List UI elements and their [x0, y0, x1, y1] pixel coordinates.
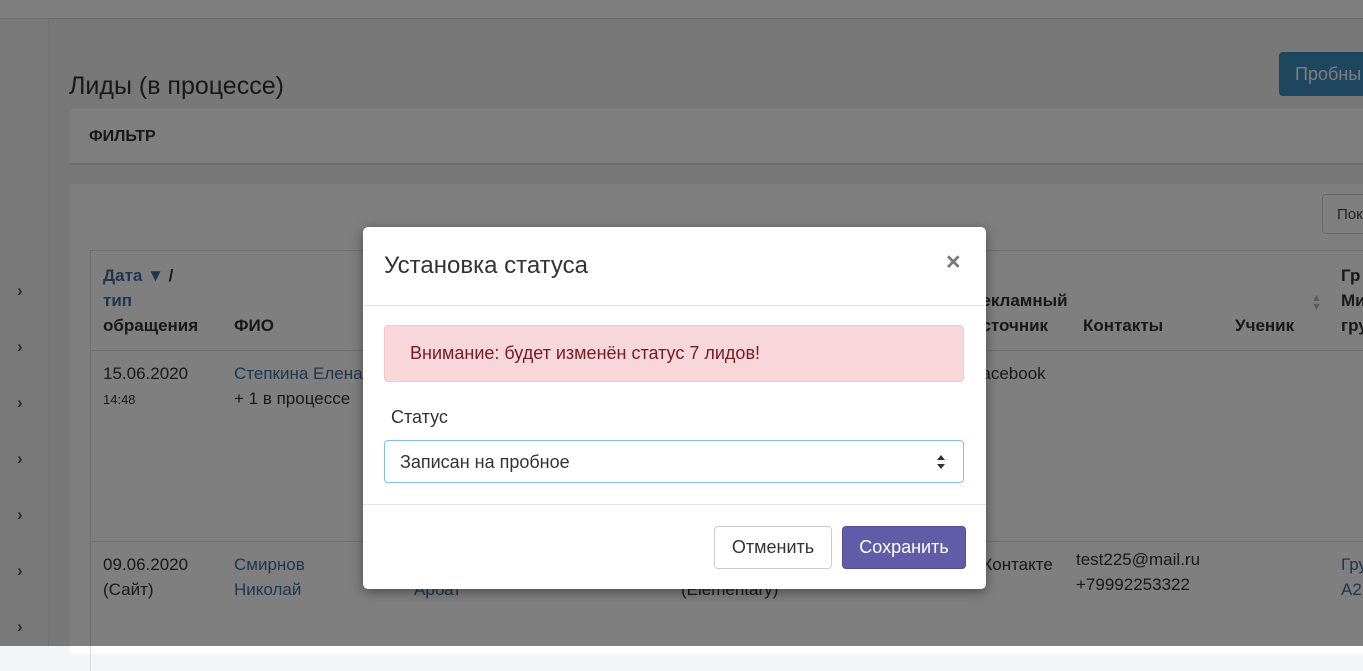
modal-header: Установка статуса × [363, 227, 986, 306]
select-arrows-icon [937, 455, 945, 469]
modal-footer: Отменить Сохранить [363, 504, 986, 590]
alert-text: Внимание: будет изменён статус 7 лидов! [410, 343, 761, 363]
warning-alert: Внимание: будет изменён статус 7 лидов! [384, 325, 964, 382]
close-icon[interactable]: × [946, 248, 961, 277]
cancel-button[interactable]: Отменить [714, 526, 832, 569]
modal-title: Установка статуса [384, 252, 588, 279]
status-modal: Установка статуса × Внимание: будет изме… [363, 227, 986, 589]
status-select-value: Записан на пробное [400, 452, 570, 472]
status-select[interactable]: Записан на пробное [384, 440, 964, 483]
save-button[interactable]: Сохранить [842, 526, 966, 569]
status-label: Статус [391, 407, 448, 427]
